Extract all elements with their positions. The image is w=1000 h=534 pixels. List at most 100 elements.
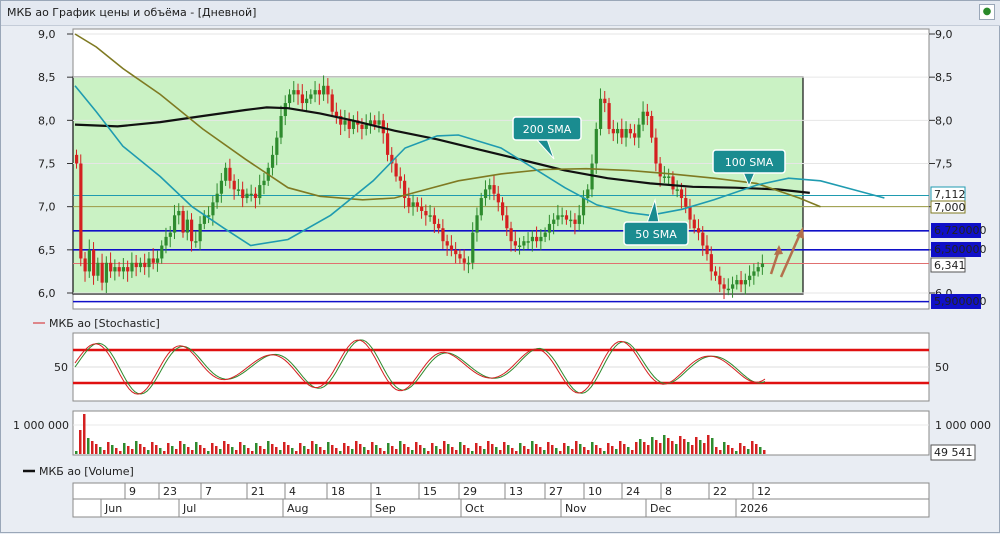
date-day-label: 22 — [713, 485, 727, 498]
candle-body — [603, 98, 607, 104]
volume-bar — [231, 447, 234, 454]
volume-bar — [271, 444, 274, 454]
volume-bar — [203, 448, 206, 454]
candle-body — [518, 245, 522, 248]
volume-bar — [619, 441, 622, 454]
candle-body — [258, 185, 262, 199]
candle-body — [475, 215, 479, 233]
volume-bar — [727, 445, 730, 454]
volume-bar — [527, 449, 530, 454]
date-day-label: 24 — [626, 485, 640, 498]
level-3-value-box: 5,900000 — [931, 294, 987, 309]
candle-body — [679, 189, 684, 199]
volume-bar — [255, 443, 258, 454]
volume-bar — [211, 443, 214, 454]
volume-bar — [75, 451, 78, 454]
volume-bar — [507, 445, 510, 454]
sma50-value-box: 7,112 — [930, 186, 966, 202]
candle-body — [471, 232, 475, 263]
volume-bar — [719, 450, 722, 454]
candle-body — [83, 258, 87, 272]
candle-body — [253, 193, 258, 199]
volume-bar — [663, 435, 666, 454]
volume-bar — [407, 447, 410, 454]
volume-bar — [295, 451, 298, 454]
candle-body — [155, 258, 160, 263]
candle-body — [543, 232, 547, 237]
candle-body — [552, 219, 556, 224]
volume-bar — [287, 445, 290, 454]
candle-body — [279, 116, 283, 138]
candle-body — [185, 219, 189, 233]
candle-body — [650, 116, 654, 138]
volume-bar — [687, 442, 690, 454]
candle-body — [364, 124, 368, 129]
volume-bar — [675, 444, 678, 454]
volume-bar — [759, 447, 762, 454]
candle-body — [658, 163, 662, 177]
volume-bar — [267, 441, 270, 454]
candle-body — [569, 219, 573, 222]
pin-icon[interactable]: ● — [979, 4, 995, 20]
volume-bar — [519, 443, 522, 454]
volume-bar — [275, 447, 278, 454]
candle-body — [547, 223, 552, 233]
volume-bar — [567, 446, 570, 454]
date-day-label: 8 — [665, 485, 672, 498]
candle-body — [560, 215, 564, 217]
candle-body — [211, 202, 215, 216]
candle-body — [300, 94, 304, 104]
volume-bar — [335, 448, 338, 454]
date-day-label: 29 — [463, 485, 477, 498]
candle-body — [347, 120, 351, 129]
volume-bar — [735, 451, 738, 454]
volume-bar — [307, 449, 310, 454]
volume-bar — [683, 439, 686, 454]
volume-bar — [167, 443, 170, 454]
volume-bar — [751, 441, 754, 454]
candle-body — [458, 254, 462, 259]
volume-bar — [199, 445, 202, 454]
candle-body — [96, 262, 100, 276]
candle-body — [283, 103, 287, 117]
candle-body — [100, 262, 104, 283]
candle-body — [377, 120, 381, 125]
candle-body — [624, 128, 628, 138]
volume-bar — [179, 441, 182, 454]
candle-body — [130, 262, 134, 272]
candle-body — [181, 210, 185, 233]
candle-body — [109, 262, 113, 272]
volume-bar — [163, 451, 166, 454]
candle-body — [441, 228, 445, 242]
volume-bar — [175, 449, 178, 454]
candle-body — [117, 267, 121, 272]
stochastic-right-tick: 50 — [935, 361, 949, 374]
volume-bar — [479, 446, 482, 454]
volume-bar — [511, 448, 514, 454]
price-tick-label-left: 6,0 — [38, 287, 56, 300]
volume-legend: МКБ ао [Volume] — [39, 465, 134, 478]
volume-bar — [467, 448, 470, 454]
date-month-label: Dec — [650, 502, 671, 515]
volume-bar — [487, 441, 490, 454]
candle-body — [394, 163, 398, 177]
candle-body — [496, 193, 500, 203]
level-2-value-box: 6,500000 — [931, 242, 987, 257]
volume-bar — [291, 448, 294, 454]
candle-body — [743, 280, 748, 285]
candle-body — [215, 193, 219, 203]
window-title: МКБ ао График цены и объёма - [Дневной] — [7, 6, 257, 19]
volume-bar — [547, 442, 550, 454]
volume-bar — [603, 451, 606, 454]
candle-body — [726, 288, 730, 291]
volume-bar — [383, 451, 386, 454]
candle-body — [684, 198, 688, 207]
volume-bar — [327, 442, 330, 454]
volume-bar — [323, 450, 326, 454]
price-tick-label-right: 8,5 — [935, 71, 953, 84]
candle-body — [598, 98, 603, 129]
candle-body — [313, 90, 317, 95]
candle-body — [577, 215, 581, 224]
candle-body — [164, 236, 168, 246]
candle-body — [530, 236, 535, 242]
